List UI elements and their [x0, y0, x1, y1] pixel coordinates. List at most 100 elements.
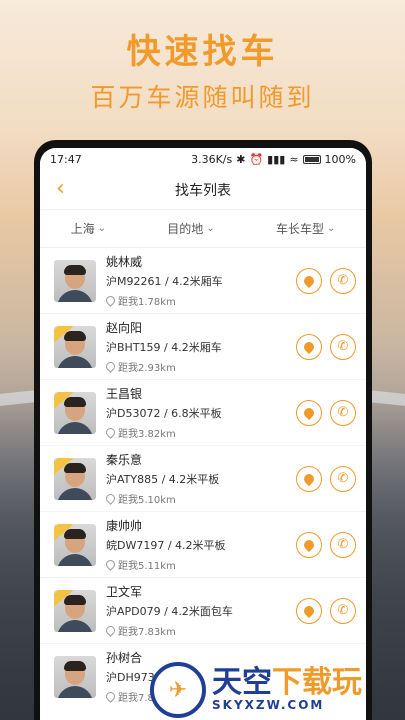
location-button[interactable] — [296, 333, 322, 360]
watermark-text: 天空下载玩 SKYXZW.COM — [212, 668, 362, 713]
watermark-url: SKYXZW.COM — [212, 698, 325, 712]
driver-name: 姚林威 — [106, 255, 143, 269]
row-actions: ✆ — [296, 333, 356, 360]
network-speed: 3.36K/s — [191, 152, 233, 166]
avatar — [54, 523, 96, 566]
wifi-icon: ≈ — [289, 152, 299, 166]
driver-info: 康帅帅 皖DW7197 / 4.2米平板 距我5.11km — [104, 517, 296, 572]
call-button[interactable]: ✆ — [330, 267, 356, 294]
watermark-name-a: 天空 — [212, 665, 272, 700]
phone-screen: 17:47 3.36K/s ✱ ⏰ ▮▮▮ ≈ 100% ‹ 找车列表 上海 ⌄… — [40, 148, 366, 720]
avatar — [54, 457, 96, 500]
avatar — [54, 589, 96, 632]
driver-name: 卫文军 — [106, 585, 143, 599]
filter-city[interactable]: 上海 ⌄ — [71, 220, 106, 237]
call-button[interactable]: ✆ — [330, 333, 356, 360]
location-pin-icon — [301, 471, 317, 486]
call-button[interactable]: ✆ — [330, 597, 356, 624]
location-button[interactable] — [296, 531, 322, 558]
phone-icon: ✆ — [337, 537, 349, 552]
filter-destination-label: 目的地 — [167, 222, 204, 236]
call-button[interactable]: ✆ — [330, 465, 356, 492]
nav-bar: ‹ 找车列表 — [40, 170, 366, 210]
back-icon[interactable]: ‹ — [56, 178, 65, 200]
distance-text: 距我5.11km — [118, 561, 176, 572]
location-pin-icon — [301, 603, 317, 618]
distance-text: 距我5.10km — [118, 495, 176, 506]
phone-icon: ✆ — [337, 603, 349, 618]
filter-vehicle-type-label: 车长车型 — [275, 222, 324, 236]
distance-text: 距我7.8 — [118, 693, 154, 704]
distance-row: 距我5.10km — [104, 491, 296, 506]
location-button[interactable] — [296, 597, 322, 624]
status-icons: 3.36K/s ✱ ⏰ ▮▮▮ ≈ 100% — [191, 153, 356, 166]
call-button[interactable]: ✆ — [330, 531, 356, 558]
battery-level: 100% — [324, 152, 356, 166]
location-pin-icon — [301, 405, 317, 420]
distance-text: 距我3.82km — [118, 429, 176, 440]
phone-icon: ✆ — [337, 471, 349, 486]
filter-city-label: 上海 — [70, 222, 95, 236]
driver-name: 赵向阳 — [106, 321, 143, 335]
list-item[interactable]: 秦乐意 沪ATY885 / 4.2米平板 距我5.10km ✆ — [40, 446, 366, 511]
call-button[interactable]: ✆ — [330, 399, 356, 426]
driver-info: 卫文军 沪APD079 / 4.2米面包车 距我7.83km — [104, 583, 296, 638]
location-pin-icon — [104, 624, 117, 637]
avatar — [54, 391, 96, 434]
avatar — [54, 655, 96, 698]
driver-info: 姚林威 沪M92261 / 4.2米厢车 距我1.78km — [104, 253, 296, 308]
vehicle-info: 沪D53072 / 6.8米平板 — [106, 407, 222, 420]
vehicle-info: 沪ATY885 / 4.2米平板 — [106, 473, 220, 486]
driver-list: 姚林威 沪M92261 / 4.2米厢车 距我1.78km ✆ 赵向阳 沪BHT… — [40, 248, 366, 709]
hero-title: 快速找车 — [126, 32, 279, 72]
hero-subtitle: 百万车源随叫随到 — [90, 83, 315, 112]
phone-icon: ✆ — [337, 273, 349, 288]
airplane-logo-icon: ✈ — [150, 662, 206, 718]
distance-text: 距我1.78km — [118, 297, 176, 308]
driver-name: 秦乐意 — [106, 453, 143, 467]
vehicle-info: 皖DW7197 / 4.2米平板 — [106, 539, 226, 552]
filter-destination[interactable]: 目的地 ⌄ — [167, 220, 214, 237]
location-pin-icon — [104, 426, 117, 439]
list-item[interactable]: 赵向阳 沪BHT159 / 4.2米厢车 距我2.93km ✆ — [40, 314, 366, 379]
location-pin-icon — [104, 690, 117, 703]
distance-row: 距我2.93km — [104, 359, 296, 374]
row-actions: ✆ — [296, 531, 356, 558]
status-bar: 17:47 3.36K/s ✱ ⏰ ▮▮▮ ≈ 100% — [40, 148, 366, 170]
row-actions: ✆ — [296, 597, 356, 624]
location-pin-icon — [104, 492, 117, 505]
distance-row: 距我5.11km — [104, 557, 296, 572]
vehicle-info: 沪M92261 / 4.2米厢车 — [106, 275, 223, 288]
location-button[interactable] — [296, 399, 322, 426]
watermark-name-b: 下载玩 — [272, 665, 362, 700]
vehicle-info: 沪BHT159 / 4.2米厢车 — [106, 341, 222, 354]
chevron-down-icon: ⌄ — [206, 223, 215, 234]
alarm-icon: ⏰ — [249, 152, 264, 166]
status-time: 17:47 — [50, 152, 82, 166]
distance-row: 距我7.83km — [104, 623, 296, 638]
list-item[interactable]: 王昌银 沪D53072 / 6.8米平板 距我3.82km ✆ — [40, 380, 366, 445]
chevron-down-icon: ⌄ — [97, 223, 107, 234]
signal-icon: ▮▮▮ — [267, 152, 286, 166]
watermark-title: 天空下载玩 — [212, 668, 362, 698]
list-item[interactable]: 康帅帅 皖DW7197 / 4.2米平板 距我5.11km ✆ — [40, 512, 366, 577]
location-pin-icon — [104, 360, 117, 373]
page-title: 找车列表 — [175, 182, 231, 199]
list-item[interactable]: 卫文军 沪APD079 / 4.2米面包车 距我7.83km ✆ — [40, 578, 366, 643]
location-pin-icon — [104, 294, 117, 307]
location-button[interactable] — [296, 465, 322, 492]
driver-name: 王昌银 — [106, 387, 143, 401]
filter-vehicle-type[interactable]: 车长车型 ⌄ — [276, 220, 335, 237]
location-pin-icon — [301, 537, 317, 552]
driver-info: 赵向阳 沪BHT159 / 4.2米厢车 距我2.93km — [104, 319, 296, 374]
battery-icon — [302, 154, 321, 164]
driver-info: 王昌银 沪D53072 / 6.8米平板 距我3.82km — [104, 385, 296, 440]
chevron-down-icon: ⌄ — [326, 223, 336, 234]
phone-icon: ✆ — [337, 405, 349, 420]
phone-frame: 17:47 3.36K/s ✱ ⏰ ▮▮▮ ≈ 100% ‹ 找车列表 上海 ⌄… — [34, 140, 372, 720]
row-actions: ✆ — [296, 465, 356, 492]
list-item[interactable]: 姚林威 沪M92261 / 4.2米厢车 距我1.78km ✆ — [40, 248, 366, 313]
avatar — [54, 325, 96, 368]
row-actions: ✆ — [296, 399, 356, 426]
location-button[interactable] — [296, 267, 322, 294]
